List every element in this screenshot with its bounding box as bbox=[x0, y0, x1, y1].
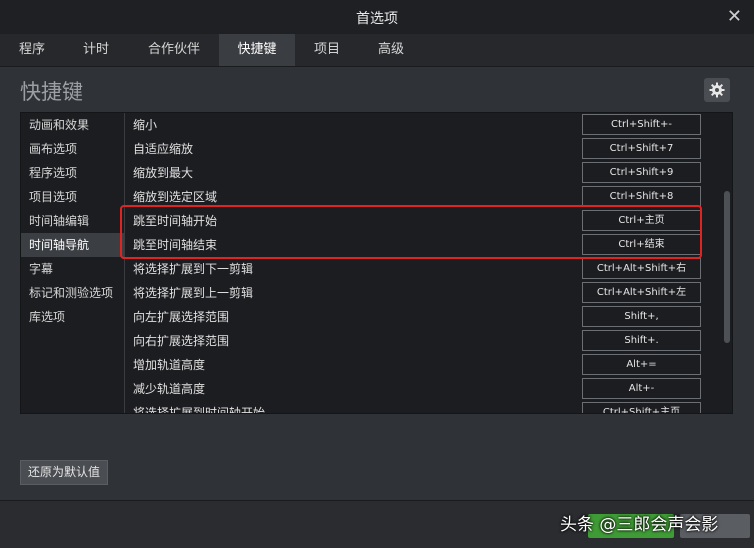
category-item[interactable]: 字幕 bbox=[21, 257, 124, 281]
category-item[interactable]: 标记和测验选项 bbox=[21, 281, 124, 305]
category-item[interactable]: 程序选项 bbox=[21, 161, 124, 185]
category-list: 动画和效果 画布选项 程序选项 项目选项 时间轴编辑 时间轴导航 字幕 标记和测… bbox=[21, 113, 124, 413]
scrollbar-thumb[interactable] bbox=[724, 191, 730, 343]
shortcut-key-field[interactable]: Ctrl+Shift+主页 bbox=[582, 402, 701, 413]
shortcut-key-field[interactable]: Ctrl+Shift+7 bbox=[582, 138, 701, 159]
shortcut-key-field[interactable]: Shift+. bbox=[582, 330, 701, 351]
command-name: 向左扩展选择范围 bbox=[133, 310, 230, 324]
settings-button[interactable] bbox=[704, 78, 730, 102]
command-row: 缩放到选定区域 Ctrl+Shift+8 bbox=[125, 185, 723, 209]
scrollbar[interactable] bbox=[723, 113, 731, 413]
title-bar: 首选项 ✕ bbox=[0, 0, 754, 34]
close-icon[interactable]: ✕ bbox=[727, 6, 742, 27]
category-item-timeline-navigation[interactable]: 时间轴导航 bbox=[21, 233, 124, 257]
tab-project[interactable]: 项目 bbox=[303, 34, 351, 66]
category-item[interactable]: 库选项 bbox=[21, 305, 124, 329]
shortcut-key-field[interactable]: Ctrl+Shift+8 bbox=[582, 186, 701, 207]
command-row: 跳至时间轴开始 Ctrl+主页 bbox=[125, 209, 723, 233]
command-row: 增加轨道高度 Alt+= bbox=[125, 353, 723, 377]
watermark: 头条 @三郎会声会影 bbox=[560, 515, 719, 535]
section-title: 快捷键 bbox=[20, 80, 83, 104]
shortcut-key-field[interactable]: Ctrl+Shift+- bbox=[582, 114, 701, 135]
command-row: 跳至时间轴结束 Ctrl+结束 bbox=[125, 233, 723, 257]
command-name: 增加轨道高度 bbox=[133, 358, 206, 372]
command-name: 缩小 bbox=[133, 118, 158, 132]
command-list: 缩小 Ctrl+Shift+- 自适应缩放 Ctrl+Shift+7 缩放到最大… bbox=[125, 113, 723, 413]
tab-shortcuts[interactable]: 快捷键 bbox=[219, 34, 295, 66]
command-name: 将选择扩展到时间轴开始 bbox=[133, 406, 266, 413]
command-name: 自适应缩放 bbox=[133, 142, 194, 156]
shortcut-key-field[interactable]: Alt+- bbox=[582, 378, 701, 399]
command-name: 缩放到最大 bbox=[133, 166, 194, 180]
category-item[interactable]: 画布选项 bbox=[21, 137, 124, 161]
shortcut-key-field[interactable]: Shift+, bbox=[582, 306, 701, 327]
category-item[interactable]: 项目选项 bbox=[21, 185, 124, 209]
command-name: 跳至时间轴开始 bbox=[133, 214, 218, 228]
shortcut-key-field[interactable]: Ctrl+Shift+9 bbox=[582, 162, 701, 183]
command-row: 将选择扩展到上一剪辑 Ctrl+Alt+Shift+左 bbox=[125, 281, 723, 305]
shortcut-key-field[interactable]: Alt+= bbox=[582, 354, 701, 375]
category-item[interactable]: 动画和效果 bbox=[21, 113, 124, 137]
command-row: 向右扩展选择范围 Shift+. bbox=[125, 329, 723, 353]
tab-program[interactable]: 程序 bbox=[8, 34, 56, 66]
tab-partners[interactable]: 合作伙伴 bbox=[136, 34, 212, 66]
command-row: 向左扩展选择范围 Shift+, bbox=[125, 305, 723, 329]
command-name: 缩放到选定区域 bbox=[133, 190, 218, 204]
tab-timing[interactable]: 计时 bbox=[70, 34, 122, 66]
command-name: 将选择扩展到上一剪辑 bbox=[133, 286, 254, 300]
shortcut-key-field[interactable]: Ctrl+Alt+Shift+左 bbox=[582, 282, 701, 303]
category-item[interactable]: 时间轴编辑 bbox=[21, 209, 124, 233]
command-name: 减少轨道高度 bbox=[133, 382, 206, 396]
window-title: 首选项 bbox=[356, 11, 398, 27]
command-row: 缩小 Ctrl+Shift+- bbox=[125, 113, 723, 137]
gear-icon bbox=[709, 82, 725, 98]
command-row: 减少轨道高度 Alt+- bbox=[125, 377, 723, 401]
command-row: 自适应缩放 Ctrl+Shift+7 bbox=[125, 137, 723, 161]
tab-advanced[interactable]: 高级 bbox=[365, 34, 417, 66]
command-name: 跳至时间轴结束 bbox=[133, 238, 218, 252]
command-row: 将选择扩展到时间轴开始 Ctrl+Shift+主页 bbox=[125, 401, 723, 413]
tab-bar: 程序 计时 合作伙伴 快捷键 项目 高级 bbox=[0, 34, 754, 67]
command-name: 向右扩展选择范围 bbox=[133, 334, 230, 348]
reset-defaults-button[interactable]: 还原为默认值 bbox=[20, 460, 108, 485]
command-row: 将选择扩展到下一剪辑 Ctrl+Alt+Shift+右 bbox=[125, 257, 723, 281]
command-name: 将选择扩展到下一剪辑 bbox=[133, 262, 254, 276]
shortcut-key-field[interactable]: Ctrl+主页 bbox=[582, 210, 701, 231]
shortcut-key-field[interactable]: Ctrl+Alt+Shift+右 bbox=[582, 258, 701, 279]
shortcut-key-field[interactable]: Ctrl+结束 bbox=[582, 234, 701, 255]
shortcut-panel: 动画和效果 画布选项 程序选项 项目选项 时间轴编辑 时间轴导航 字幕 标记和测… bbox=[20, 112, 733, 414]
command-row: 缩放到最大 Ctrl+Shift+9 bbox=[125, 161, 723, 185]
